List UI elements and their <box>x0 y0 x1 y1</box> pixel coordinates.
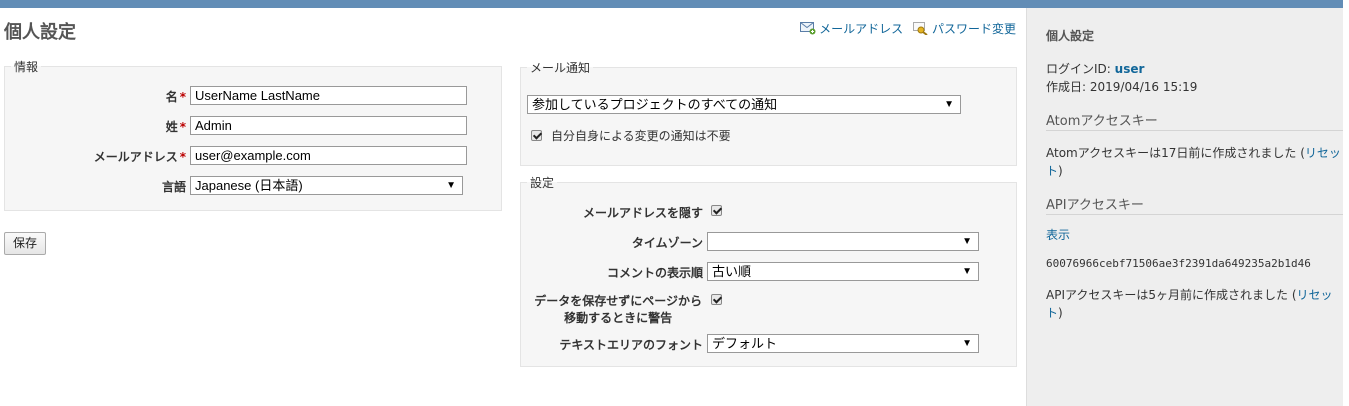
textarea-font-row: テキストエリアのフォント <box>530 334 703 354</box>
api-reset-link-cont[interactable]: ト <box>1046 306 1058 320</box>
mail-notification-select-value: 参加しているプロジェクトのすべての通知 <box>532 97 778 112</box>
api-key-text: APIアクセスキーは5ヶ月前に作成されました (リセッ <box>1046 288 1333 302</box>
login-id: ログインID: user <box>1046 62 1145 76</box>
sidebar-divider <box>1046 214 1343 215</box>
firstname-input[interactable] <box>190 86 467 105</box>
user-link[interactable]: user <box>1115 62 1145 76</box>
info-legend: 情報 <box>14 60 39 74</box>
firstname-row: 名 * <box>10 86 186 106</box>
comments-sorting-select-value: 古い順 <box>712 264 752 279</box>
dropdown-arrow-icon: ▼ <box>962 236 972 247</box>
email-icon <box>800 22 816 38</box>
api-key-heading: APIアクセスキー <box>1046 198 1144 213</box>
lastname-row: 姓 * <box>10 116 186 136</box>
mail-notification-select[interactable]: 参加しているプロジェクトのすべての通知 ▼ <box>527 95 961 114</box>
atom-reset-link-cont[interactable]: ト <box>1046 164 1058 178</box>
required-mark: * <box>179 120 186 134</box>
warn-unsaved-row: データを保存せずにページから 移動するときに警告 <box>520 291 702 325</box>
language-select-value: Japanese (日本語) <box>195 178 303 193</box>
top-header-bar <box>0 0 1343 8</box>
key-icon <box>912 22 929 38</box>
textarea-font-select-value: デフォルト <box>712 336 778 351</box>
change-password-link[interactable]: パスワード変更 <box>912 22 1016 38</box>
dropdown-arrow-icon: ▼ <box>962 338 972 349</box>
lastname-input[interactable] <box>190 116 467 135</box>
time-zone-label: タイムゾーン <box>631 236 703 250</box>
api-key-text-cont: ト) <box>1046 306 1063 320</box>
time-zone-row: タイムゾーン <box>530 232 703 252</box>
atom-key-heading: Atomアクセスキー <box>1046 114 1158 129</box>
page-title: 個人設定 <box>4 22 76 43</box>
required-mark: * <box>179 150 186 164</box>
time-zone-select[interactable]: ▼ <box>707 232 979 251</box>
language-row: 言語 <box>10 176 186 196</box>
change-password-label: パスワード変更 <box>931 22 1016 36</box>
dropdown-arrow-icon: ▼ <box>962 266 972 277</box>
api-reset-link[interactable]: リセッ <box>1297 288 1333 302</box>
contextual-links: メールアドレス パスワード変更 <box>794 20 1016 38</box>
comments-sorting-select[interactable]: 古い順 ▼ <box>707 262 979 281</box>
language-select[interactable]: Japanese (日本語) ▼ <box>190 176 463 195</box>
change-email-label: メールアドレス <box>819 22 904 36</box>
dropdown-arrow-icon: ▼ <box>446 180 456 191</box>
api-key-show-link[interactable]: 表示 <box>1046 226 1070 243</box>
warn-unsaved-label: データを保存せずにページから 移動するときに警告 <box>534 294 702 325</box>
api-key-value: 60076966cebf71506ae3f2391da649235a2b1d46 <box>1046 257 1311 270</box>
sidebar-title: 個人設定 <box>1046 29 1095 43</box>
lastname-label: 姓 * <box>165 120 186 134</box>
created-on: 作成日: 2019/04/16 15:19 <box>1046 80 1198 94</box>
comments-sorting-row: コメントの表示順 <box>530 262 703 282</box>
dropdown-arrow-icon: ▼ <box>944 99 954 110</box>
main-content: 個人設定 メールアドレス パスワード変更 情報 名* 姓* メールアドレス* 言… <box>0 8 1026 406</box>
change-email-link[interactable]: メールアドレス <box>800 22 907 36</box>
mail-row: メールアドレス * <box>10 146 186 166</box>
hide-mail-checkbox[interactable] <box>711 205 722 216</box>
comments-sorting-label: コメントの表示順 <box>606 266 703 280</box>
sidebar-divider <box>1046 130 1343 131</box>
mail-label: メールアドレス * <box>93 150 186 164</box>
textarea-font-label: テキストエリアのフォント <box>559 338 703 352</box>
atom-key-text-cont: ト) <box>1046 164 1063 178</box>
hide-mail-row: メールアドレスを隠す <box>530 202 703 222</box>
no-self-notified-label: 自分自身による変更の通知は不要 <box>551 129 731 143</box>
required-mark: * <box>179 90 186 104</box>
language-label: 言語 <box>161 180 186 194</box>
textarea-font-select[interactable]: デフォルト ▼ <box>707 334 979 353</box>
preferences-legend: 設定 <box>530 176 555 190</box>
mail-notification-legend: メール通知 <box>530 61 591 75</box>
save-button[interactable]: 保存 <box>4 232 46 255</box>
hide-mail-label: メールアドレスを隠す <box>582 206 703 220</box>
atom-key-text: Atomアクセスキーは17日前に作成されました (リセッ <box>1046 146 1341 160</box>
warn-unsaved-checkbox[interactable] <box>711 294 722 305</box>
atom-reset-link[interactable]: リセッ <box>1305 146 1341 160</box>
firstname-label: 名 * <box>165 90 186 104</box>
no-self-notified-checkbox[interactable] <box>531 130 542 141</box>
window-edge <box>1343 0 1349 406</box>
mail-input[interactable] <box>190 146 467 165</box>
